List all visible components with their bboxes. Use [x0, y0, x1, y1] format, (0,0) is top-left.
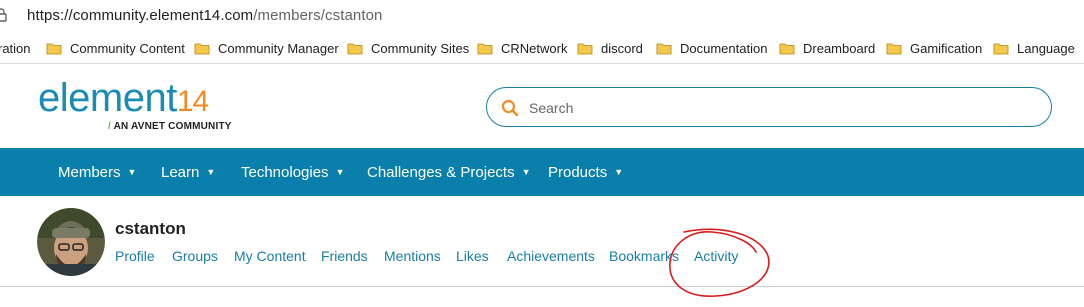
bookmark-item[interactable]: ration	[0, 33, 31, 63]
site-logo[interactable]: element14 / AN AVNET COMMUNITY	[38, 76, 231, 132]
bookmark-folder[interactable]: discord	[577, 33, 643, 63]
search-icon[interactable]	[501, 99, 519, 117]
tab-mentions[interactable]: Mentions	[384, 248, 441, 264]
bookmark-folder[interactable]: Community Sites	[347, 33, 469, 63]
caret-down-icon: ▼	[335, 167, 345, 177]
nav-item-label: Members	[58, 163, 121, 181]
bookmark-folder[interactable]: Community Content	[46, 33, 185, 63]
nav-item-products[interactable]: Products ▼	[548, 148, 623, 196]
bookmark-label: Community Sites	[371, 40, 470, 56]
logo-wordmark: element14	[38, 76, 209, 122]
bookmark-label: Language	[1017, 40, 1075, 56]
nav-item-members[interactable]: Members ▼	[58, 148, 136, 196]
bookmark-label: Gamification	[910, 40, 983, 56]
tab-bookmarks[interactable]: Bookmarks	[609, 248, 679, 264]
folder-icon	[656, 43, 672, 54]
url-host: https://community.element14.com	[27, 7, 254, 24]
main-nav: Members ▼ Learn ▼ Technologies ▼ Challenges…	[0, 148, 1084, 196]
lock-icon	[0, 8, 7, 22]
bookmark-label: Community Content	[70, 40, 185, 56]
bookmark-folder[interactable]: CRNetwork	[477, 33, 567, 63]
nav-item-challenges-projects[interactable]: Challenges & Projects ▼	[367, 148, 531, 196]
folder-icon	[993, 43, 1009, 54]
profile-username: cstanton	[115, 219, 186, 238]
bookmark-label: Dreamboard	[803, 40, 876, 56]
tab-my-content[interactable]: My Content	[234, 248, 306, 264]
search-box[interactable]	[486, 87, 1052, 127]
bookmark-label: Community Manager	[218, 40, 339, 56]
caret-down-icon: ▼	[127, 167, 137, 177]
site-header: element14 / AN AVNET COMMUNITY	[0, 64, 1084, 148]
caret-down-icon: ▼	[206, 167, 216, 177]
folder-icon	[46, 43, 62, 54]
bookmark-label: discord	[601, 40, 643, 56]
logo-slash: /	[108, 121, 111, 132]
folder-icon	[194, 43, 210, 54]
nav-item-label: Technologies	[241, 163, 329, 181]
caret-down-icon: ▼	[614, 167, 624, 177]
bookmark-label: ration	[0, 40, 31, 56]
nav-item-label: Learn	[161, 163, 200, 181]
profile-header: cstanton Profile Groups My Content Frien…	[0, 196, 1084, 287]
folder-icon	[477, 43, 493, 54]
url-path: /members/cstanton	[253, 7, 383, 24]
url-text[interactable]: https://community.element14.com/members/…	[27, 7, 383, 24]
nav-item-label: Challenges & Projects	[367, 163, 515, 181]
folder-icon	[886, 43, 902, 54]
folder-icon	[577, 43, 593, 54]
tab-activity[interactable]: Activity	[694, 248, 738, 264]
logo-number: 14	[176, 85, 209, 118]
search-input[interactable]	[527, 97, 1031, 119]
logo-word: element	[38, 76, 177, 120]
logo-tagline-text: AN AVNET COMMUNITY	[113, 121, 232, 132]
nav-item-technologies[interactable]: Technologies ▼	[241, 148, 344, 196]
folder-icon	[347, 43, 363, 54]
bookmark-label: CRNetwork	[501, 40, 568, 56]
bookmark-folder[interactable]: Documentation	[656, 33, 767, 63]
tab-groups[interactable]: Groups	[172, 248, 218, 264]
nav-item-label: Products	[548, 163, 608, 181]
avatar[interactable]	[37, 208, 105, 276]
bookmark-folder[interactable]: Language	[993, 33, 1075, 63]
tab-likes[interactable]: Likes	[456, 248, 489, 264]
tab-friends[interactable]: Friends	[321, 248, 368, 264]
bookmark-folder[interactable]: Community Manager	[194, 33, 339, 63]
folder-icon	[779, 43, 795, 54]
browser-address-bar[interactable]: https://community.element14.com/members/…	[0, 0, 1084, 32]
caret-down-icon: ▼	[521, 167, 531, 177]
tab-achievements[interactable]: Achievements	[507, 248, 595, 264]
bookmark-folder[interactable]: Gamification	[886, 33, 982, 63]
bookmark-folder[interactable]: Dreamboard	[779, 33, 875, 63]
nav-item-learn[interactable]: Learn ▼	[161, 148, 215, 196]
logo-tagline: / AN AVNET COMMUNITY	[108, 121, 232, 132]
tab-profile[interactable]: Profile	[115, 248, 155, 264]
bookmarks-bar: ration Community Content Community Manag…	[0, 33, 1084, 64]
bookmark-label: Documentation	[680, 40, 768, 56]
